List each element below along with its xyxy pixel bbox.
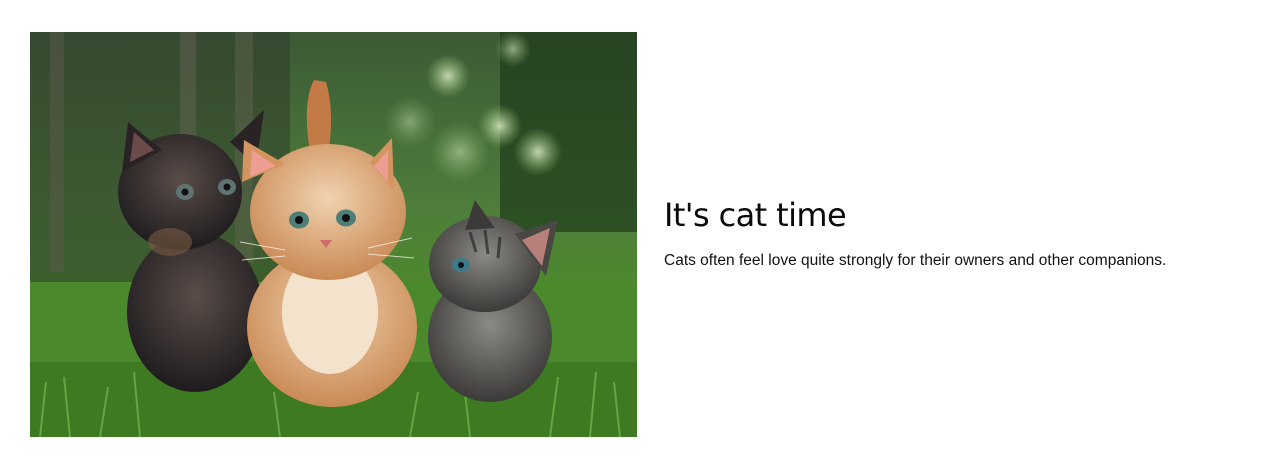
kittens-illustration: [30, 32, 637, 437]
feature-card: It's cat time Cats often feel love quite…: [30, 32, 1210, 437]
card-text: It's cat time Cats often feel love quite…: [664, 195, 1167, 271]
kittens-photo: [30, 32, 637, 437]
card-description: Cats often feel love quite strongly for …: [664, 252, 1167, 270]
card-title: It's cat time: [664, 195, 847, 234]
